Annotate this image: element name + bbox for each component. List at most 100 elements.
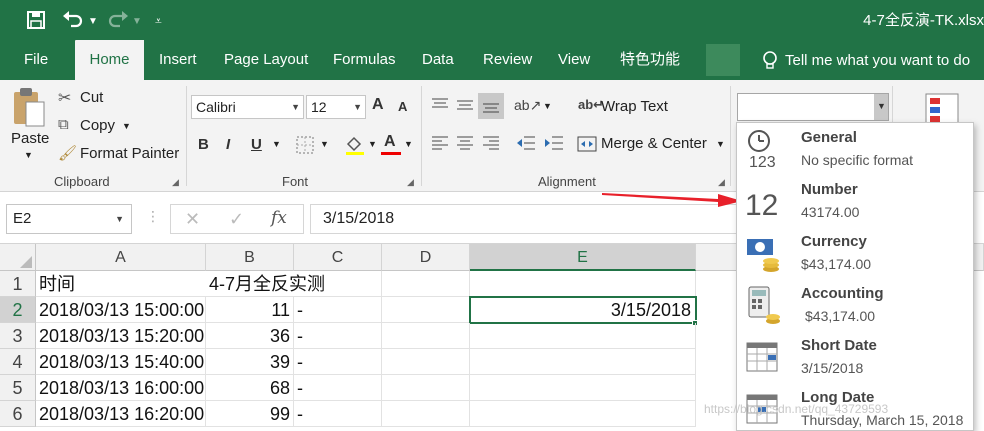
- align-top-icon[interactable]: [431, 98, 449, 112]
- cell-b2[interactable]: 11: [206, 297, 294, 323]
- cut-button[interactable]: Cut: [80, 89, 103, 106]
- align-right-icon[interactable]: [482, 136, 500, 150]
- paste-button[interactable]: Paste: [11, 130, 49, 147]
- cell-c6[interactable]: -: [294, 401, 382, 427]
- redo-icon[interactable]: [107, 10, 129, 30]
- tab-home[interactable]: Home: [75, 40, 144, 80]
- column-header-b[interactable]: B: [206, 244, 294, 271]
- cell-b3[interactable]: 36: [206, 323, 294, 349]
- decrease-indent-icon[interactable]: [516, 135, 536, 151]
- cell-e1[interactable]: [470, 271, 696, 297]
- font-launcher-icon[interactable]: ◢: [407, 177, 414, 188]
- cell-c5[interactable]: -: [294, 375, 382, 401]
- column-header-e[interactable]: E: [470, 244, 696, 271]
- cell-a4[interactable]: 2018/03/13 15:40:00: [36, 349, 206, 375]
- tab-view[interactable]: View: [558, 40, 590, 80]
- cell-a3[interactable]: 2018/03/13 15:20:00: [36, 323, 206, 349]
- wrap-text-button[interactable]: Wrap Text: [601, 98, 668, 115]
- orientation-icon[interactable]: ab↗: [514, 97, 541, 114]
- tab-review[interactable]: Review: [483, 40, 532, 80]
- font-color-button[interactable]: A: [384, 133, 396, 151]
- align-bottom-button[interactable]: [478, 93, 504, 119]
- row-header-3[interactable]: 3: [0, 323, 36, 349]
- tab-insert[interactable]: Insert: [159, 40, 197, 80]
- cell-d2[interactable]: [382, 297, 470, 323]
- cell-c3[interactable]: -: [294, 323, 382, 349]
- row-header-5[interactable]: 5: [0, 375, 36, 401]
- row-header-1[interactable]: 1: [0, 271, 36, 297]
- cancel-icon[interactable]: ✕: [185, 209, 200, 230]
- fill-color-dropdown-icon[interactable]: ▼: [368, 139, 377, 149]
- cell-e5[interactable]: [470, 375, 696, 401]
- format-option-currency[interactable]: Currency $43,174.00: [737, 227, 973, 279]
- borders-icon[interactable]: [296, 136, 314, 154]
- row-header-6[interactable]: 6: [0, 401, 36, 427]
- tab-special-features[interactable]: 特色功能: [620, 40, 680, 80]
- cell-a2[interactable]: 2018/03/13 15:00:00: [36, 297, 206, 323]
- column-header-a[interactable]: A: [36, 244, 206, 271]
- format-option-number[interactable]: 12 Number 43174.00: [737, 175, 973, 227]
- cell-d3[interactable]: [382, 323, 470, 349]
- grow-font-icon[interactable]: A: [372, 96, 384, 114]
- cell-e3[interactable]: [470, 323, 696, 349]
- tab-file[interactable]: File: [24, 40, 48, 80]
- paste-dropdown-icon[interactable]: ▼: [24, 150, 33, 160]
- customize-toolbar-icon[interactable]: ⩡: [155, 11, 162, 31]
- column-header-d[interactable]: D: [382, 244, 470, 271]
- orientation-dropdown-icon[interactable]: ▼: [543, 101, 552, 111]
- cell-d1[interactable]: [382, 271, 470, 297]
- cell-c4[interactable]: -: [294, 349, 382, 375]
- font-size-select[interactable]: 12 ▼: [306, 95, 366, 119]
- copy-button[interactable]: Copy: [80, 117, 115, 134]
- column-header-c[interactable]: C: [294, 244, 382, 271]
- cell-d5[interactable]: [382, 375, 470, 401]
- name-box[interactable]: E2 ▼: [6, 204, 132, 234]
- cell-e2-selected[interactable]: 3/15/2018: [469, 296, 697, 324]
- shrink-font-icon[interactable]: A: [398, 99, 407, 114]
- number-format-dropdown-button[interactable]: ▼: [874, 94, 888, 120]
- select-all-corner[interactable]: [0, 244, 36, 271]
- align-left-icon[interactable]: [431, 136, 449, 150]
- cell-a6[interactable]: 2018/03/13 16:20:00: [36, 401, 206, 427]
- redo-dropdown-icon[interactable]: ▼: [132, 12, 142, 32]
- undo-icon[interactable]: [62, 10, 84, 30]
- cell-b4[interactable]: 39: [206, 349, 294, 375]
- fill-color-icon[interactable]: [344, 134, 366, 156]
- row-header-4[interactable]: 4: [0, 349, 36, 375]
- cell-d4[interactable]: [382, 349, 470, 375]
- underline-button[interactable]: U: [251, 136, 262, 153]
- format-option-general[interactable]: 123 General No specific format: [737, 123, 973, 175]
- underline-dropdown-icon[interactable]: ▼: [272, 139, 281, 149]
- save-icon[interactable]: [26, 10, 46, 30]
- cell-b5[interactable]: 68: [206, 375, 294, 401]
- paste-icon[interactable]: [10, 86, 46, 130]
- align-middle-icon[interactable]: [456, 98, 474, 112]
- cell-d6[interactable]: [382, 401, 470, 427]
- tell-me-search[interactable]: Tell me what you want to do: [785, 40, 970, 80]
- cell-e6[interactable]: [470, 401, 696, 427]
- merge-dropdown-icon[interactable]: ▼: [716, 139, 725, 149]
- merge-center-button[interactable]: Merge & Center: [601, 135, 707, 152]
- cell-e4[interactable]: [470, 349, 696, 375]
- cell-a1[interactable]: 时间: [36, 271, 206, 297]
- row-header-2[interactable]: 2: [0, 297, 36, 323]
- tab-data[interactable]: Data: [422, 40, 454, 80]
- undo-dropdown-icon[interactable]: ▼: [88, 12, 98, 32]
- borders-dropdown-icon[interactable]: ▼: [320, 139, 329, 149]
- format-painter-button[interactable]: Format Painter: [80, 145, 179, 162]
- cell-c2[interactable]: -: [294, 297, 382, 323]
- cell-b1[interactable]: 4-7月全反实测: [206, 271, 325, 297]
- tab-formulas[interactable]: Formulas: [333, 40, 396, 80]
- bold-button[interactable]: B: [198, 136, 209, 153]
- font-name-select[interactable]: Calibri ▼: [191, 95, 304, 119]
- tab-page-layout[interactable]: Page Layout: [224, 40, 308, 80]
- number-format-select[interactable]: ▼: [737, 93, 889, 121]
- alignment-launcher-icon[interactable]: ◢: [718, 177, 725, 188]
- copy-dropdown-icon[interactable]: ▼: [122, 121, 131, 131]
- insert-function-icon[interactable]: fx: [271, 208, 287, 228]
- enter-icon[interactable]: ✓: [229, 209, 244, 230]
- increase-indent-icon[interactable]: [544, 135, 564, 151]
- clipboard-launcher-icon[interactable]: ◢: [172, 177, 179, 188]
- font-color-dropdown-icon[interactable]: ▼: [404, 139, 413, 149]
- cell-a5[interactable]: 2018/03/13 16:00:00: [36, 375, 206, 401]
